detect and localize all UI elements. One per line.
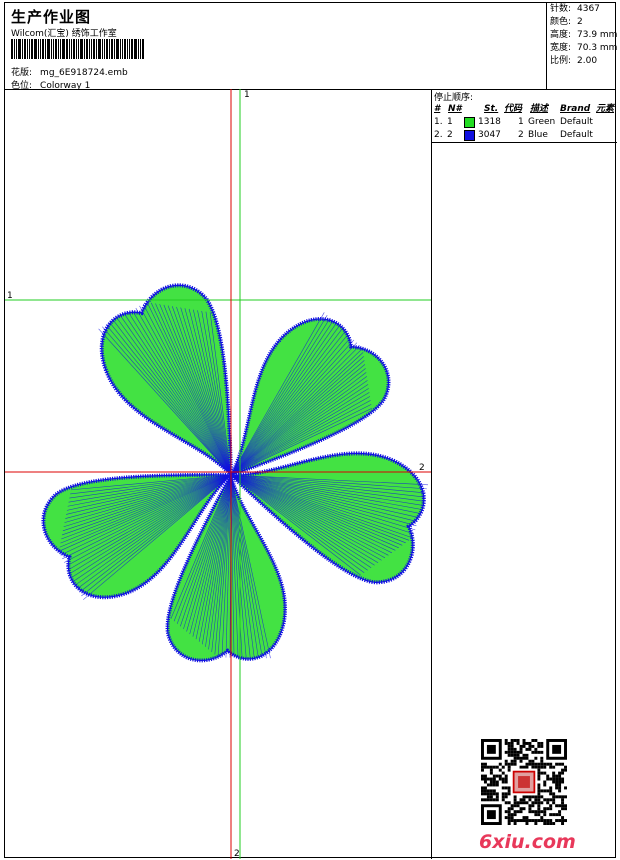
stats-box: 针数: 4367 颜色: 2 高度: 73.9 mm 宽度: 70.3 mm 比例: 2.… <box>546 3 618 89</box>
stat-height: 高度: 73.9 mm <box>550 30 618 40</box>
table-row: 1. 1 1318 1 Green Default <box>434 117 593 128</box>
stat-scale: 比例: 2.00 <box>550 56 598 66</box>
color-swatch-green <box>464 117 475 128</box>
axis-label-green-left: 1 <box>7 291 13 301</box>
stat-stitches: 针数: 4367 <box>550 4 600 14</box>
table-row: 2. 2 3047 2 Blue Default <box>434 130 593 141</box>
color-swatch-blue <box>464 130 475 141</box>
col-st: St. <box>484 104 499 114</box>
table-header: # N# St. 代码 描述 Brand 元素 <box>434 103 616 116</box>
production-sheet: 生产作业图 Wilcom(汇宝) 绣饰工作室 花版: mg_6E918724.em… <box>4 2 618 859</box>
design-label: 花版: <box>11 68 33 78</box>
studio-name: Wilcom(汇宝) 绣饰工作室 <box>11 29 117 39</box>
qr-code-icon <box>481 739 567 825</box>
watermark-text: 6xiu.com <box>479 831 576 853</box>
axis-label-green-top: 1 <box>244 90 250 100</box>
design-canvas: 1 1 2 2 <box>5 89 431 859</box>
col-num: N# <box>448 104 462 114</box>
panel-divider <box>432 142 617 143</box>
design-line: 花版: mg_6E918724.emb <box>11 65 128 78</box>
col-code: 代码 <box>504 104 523 114</box>
col-desc: 描述 <box>530 104 549 114</box>
axis-label-red-right: 2 <box>419 463 425 473</box>
embroidery-flower <box>41 283 429 663</box>
barcode <box>11 39 189 59</box>
flower-petal <box>98 283 234 481</box>
stop-sequence-title: 停止顺序: <box>434 93 474 103</box>
design-value: mg_6E918724.emb <box>40 68 128 78</box>
col-hash: # <box>434 104 441 114</box>
axis-label-red-bottom: 2 <box>234 849 240 859</box>
col-elem: 元素 <box>596 104 615 114</box>
stat-colors: 颜色: 2 <box>550 17 583 27</box>
embroidery-drawing <box>5 89 431 859</box>
col-brand: Brand <box>560 104 591 114</box>
stop-sequence-table: # N# St. 代码 描述 Brand 元素 1. 1 1318 1 Gree… <box>434 103 616 142</box>
stat-width: 宽度: 70.3 mm <box>550 43 618 53</box>
page-title: 生产作业图 <box>11 8 92 26</box>
